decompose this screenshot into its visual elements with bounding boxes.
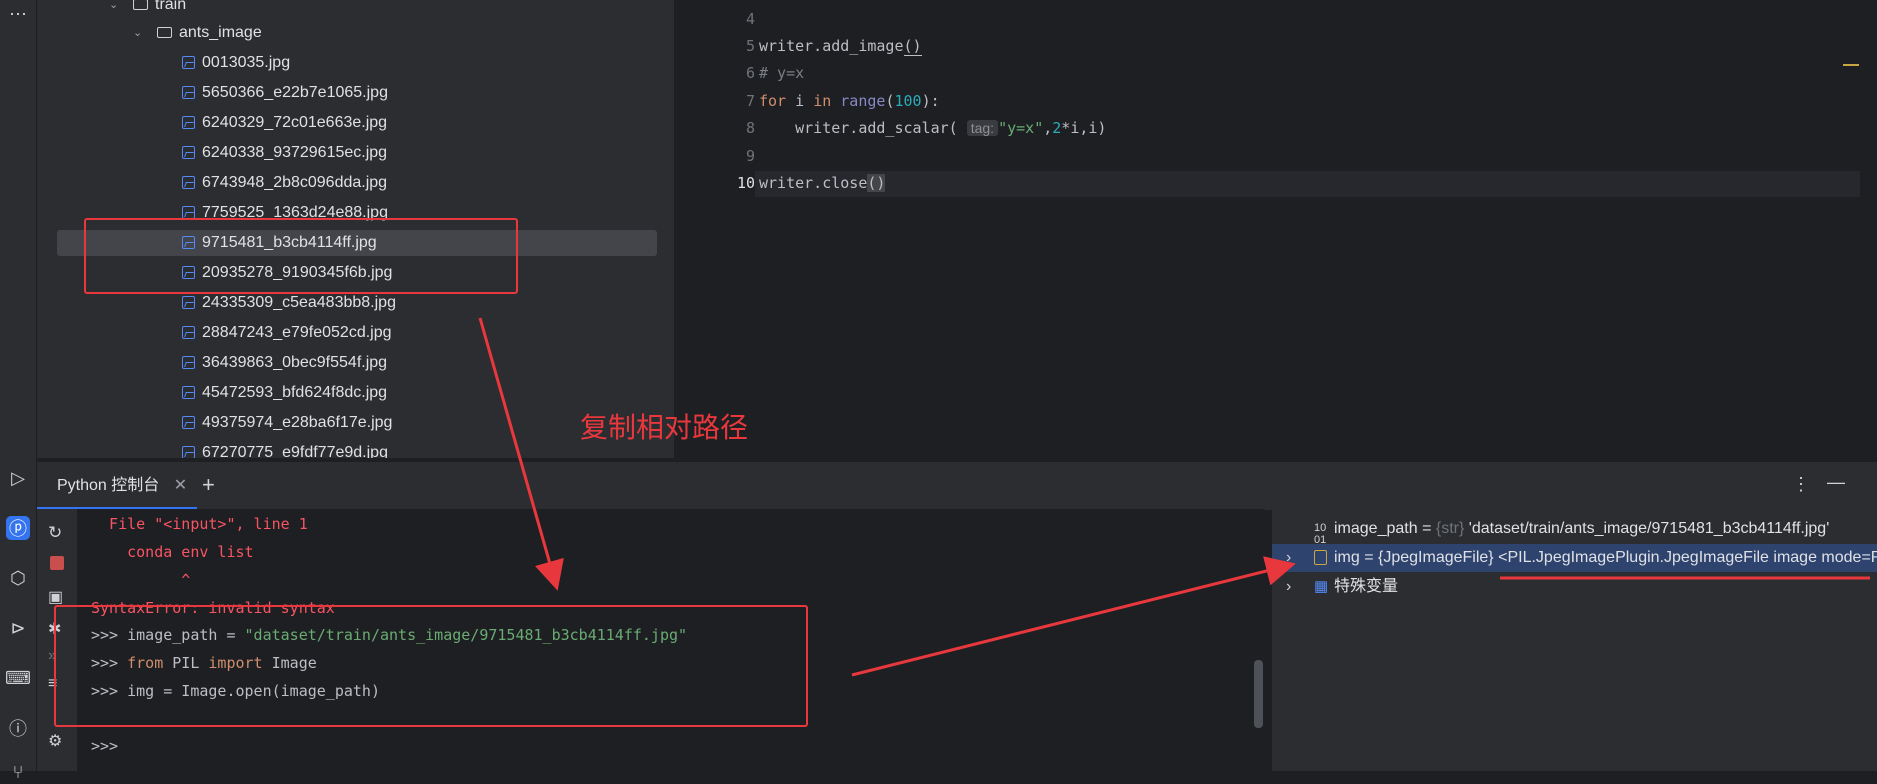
annotation-arrows [478, 317, 1870, 677]
arrow-down [478, 317, 564, 591]
arrow-right [851, 556, 1296, 677]
